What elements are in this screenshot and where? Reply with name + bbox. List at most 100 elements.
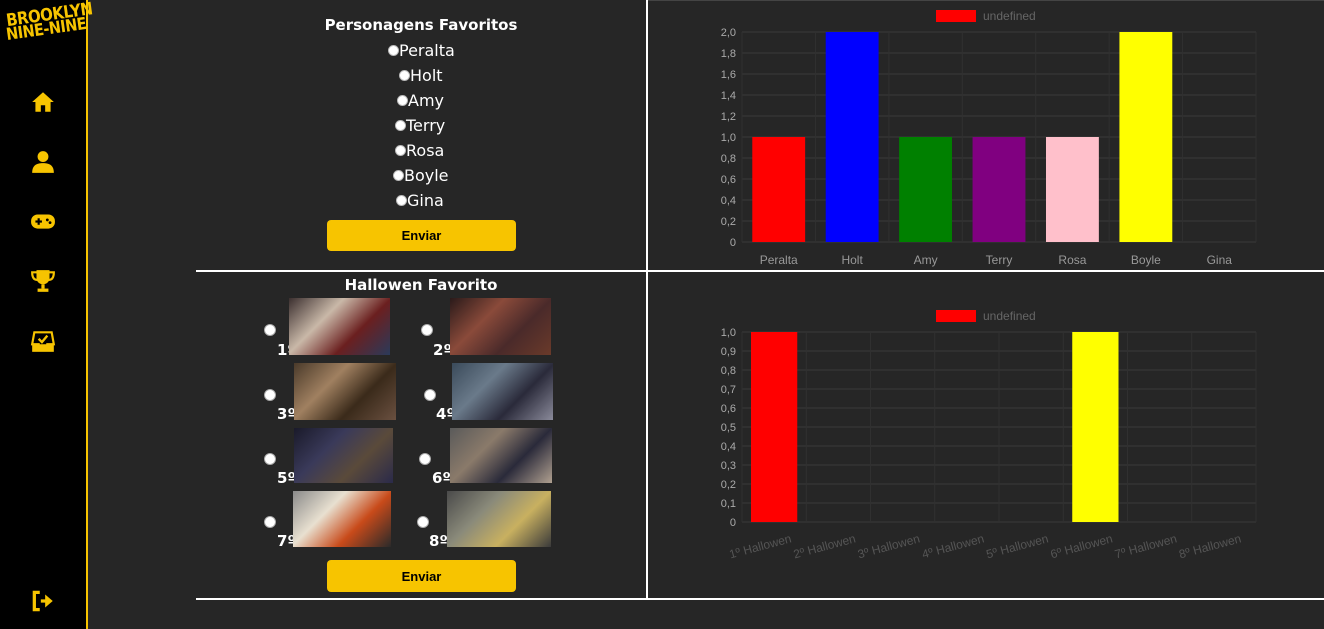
y-tick-label: 0 [730,517,736,529]
y-tick-label: 0,4 [721,195,736,207]
bar [750,332,798,522]
y-tick-label: 1,4 [721,90,736,102]
bar [1119,32,1173,242]
halloween-episode-thumbnail[interactable] [452,363,553,420]
character-option[interactable]: Boyle [393,166,449,185]
logout-icon[interactable] [30,588,56,614]
x-tick-label: 3º Hallowen [856,531,921,561]
x-tick-label: Peralta [760,253,798,267]
y-tick-label: 0,9 [721,346,736,358]
x-tick-label: 5º Hallowen [985,531,1050,561]
y-tick-label: 0,8 [721,153,736,165]
halloween-rank-label: 6º [432,469,451,487]
halloween-episode-thumbnail[interactable] [294,363,396,420]
character-label: Holt [410,66,443,85]
y-tick-label: 0,6 [721,174,736,186]
y-tick-label: 0,2 [721,479,736,491]
x-tick-label: 2º Hallowen [792,531,857,561]
y-tick-label: 1,2 [721,111,736,123]
character-label: Rosa [406,141,445,160]
character-label: Peralta [399,41,455,60]
halloween-submit-button[interactable]: Enviar [327,560,516,592]
y-tick-label: 0 [730,237,736,249]
character-radio[interactable] [393,170,404,181]
bar [1072,332,1119,522]
x-tick-label: Boyle [1131,253,1161,267]
character-label: Amy [408,91,444,110]
x-tick-label: 1º Hallowen [728,531,793,561]
character-label: Terry [406,116,446,135]
character-radio[interactable] [396,195,407,206]
gamepad-icon[interactable] [30,208,56,234]
bottom-divider [196,598,1324,600]
legend-swatch [936,310,976,322]
halloween-radio[interactable] [264,389,276,401]
x-tick-label: 8º Hallowen [1177,531,1242,561]
halloween-radio[interactable] [417,516,429,528]
y-tick-label: 1,8 [721,48,736,60]
character-radio[interactable] [399,70,410,81]
y-tick-label: 1,0 [721,132,736,144]
y-tick-label: 0,6 [721,403,736,415]
character-option[interactable]: Amy [397,91,444,110]
sidebar: BROOKLYN NINE-NINE [0,0,94,629]
character-option[interactable]: Terry [395,116,445,135]
legend-swatch [936,10,976,22]
bar [825,32,879,242]
halloween-radio[interactable] [264,516,276,528]
character-option[interactable]: Rosa [395,141,444,160]
vertical-divider [646,0,648,600]
character-option[interactable]: Peralta [388,41,455,60]
bar [752,137,806,242]
user-icon[interactable] [30,149,56,175]
top-divider [648,0,1324,1]
bar [972,137,1026,242]
x-tick-label: 4º Hallowen [920,531,985,561]
x-tick-label: Holt [841,253,863,267]
halloween-radio[interactable] [264,453,276,465]
legend-label: undefined [983,9,1036,23]
horizontal-divider [196,270,1324,272]
halloween-radio[interactable] [421,324,433,336]
y-tick-label: 1,6 [721,69,736,81]
y-tick-label: 0,2 [721,216,736,228]
brooklyn-nine-nine-logo[interactable]: BROOKLYN NINE-NINE [5,0,94,54]
characters-chart: undefined 0 0,2 0,4 0,6 0,8 1,0 1,2 1,4 1,6 1,8 2,0… [700,4,1270,270]
x-tick-label: 7º Hallowen [1113,531,1178,561]
halloween-episode-thumbnail[interactable] [294,428,393,483]
y-tick-label: 2,0 [721,27,736,39]
inbox-icon[interactable] [30,328,56,354]
bar [1045,137,1099,242]
character-radio[interactable] [395,145,406,156]
x-tick-label: Amy [914,253,938,267]
y-tick-label: 0,5 [721,422,736,434]
character-radio[interactable] [388,45,399,56]
halloween-radio[interactable] [419,453,431,465]
y-tick-label: 0,4 [721,441,736,453]
characters-form-title: Personagens Favoritos [324,16,518,34]
halloween-episode-thumbnail[interactable] [293,491,391,547]
halloween-radio[interactable] [424,389,436,401]
x-tick-label: Gina [1207,253,1233,267]
y-tick-label: 0,7 [721,384,736,396]
halloween-form-title: Hallowen Favorito [344,276,498,294]
halloween-episode-thumbnail[interactable] [450,298,551,355]
halloween-episode-thumbnail[interactable] [447,491,551,547]
character-label: Boyle [404,166,449,185]
character-option[interactable]: Holt [399,66,443,85]
halloween-episode-thumbnail[interactable] [450,428,552,483]
character-radio[interactable] [397,95,408,106]
character-option[interactable]: Gina [396,191,444,210]
y-tick-label: 0,8 [721,365,736,377]
halloween-episode-thumbnail[interactable] [289,298,390,355]
characters-submit-button[interactable]: Enviar [327,220,516,251]
character-label: Gina [407,191,444,210]
y-tick-label: 0,1 [721,498,736,510]
halloween-radio[interactable] [264,324,276,336]
trophy-icon[interactable] [30,268,56,294]
x-tick-label: Terry [986,253,1013,267]
halloween-chart: undefined 0 0,1 0,2 0,3 0,4 0,5 0,6 0,7 0,8 0,9 1,0… [700,304,1270,570]
y-tick-label: 0,3 [721,460,736,472]
character-radio[interactable] [395,120,406,131]
home-icon[interactable] [30,89,56,115]
